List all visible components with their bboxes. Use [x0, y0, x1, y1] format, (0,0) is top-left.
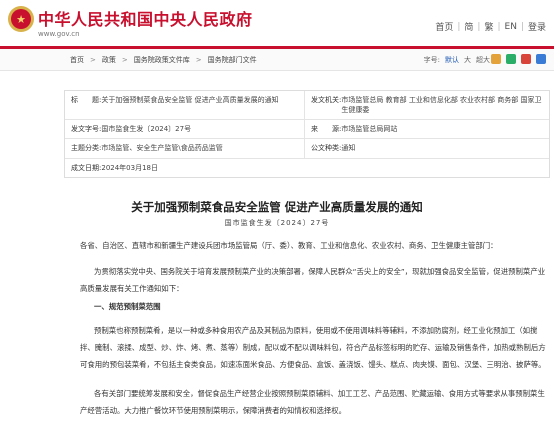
breadcrumb-department-docs[interactable]: 国务院部门文件 [208, 55, 257, 65]
meta-issuer: 市场监管总局 教育部 工业和信息化部 农业农村部 商务部 国家卫生健康委 [341, 96, 542, 115]
meta-row-number: 发文字号: 国市监食生发〔2024〕27号 来 源: 市场监管总局网站 [65, 120, 549, 140]
meta-title: 关于加强预制菜食品安全监管 促进产业高质量发展的通知 [101, 96, 279, 104]
meta-row-topic: 主题分类: 市场监管、安全生产监管\食品药品监管 公文种类: 通知 [65, 139, 549, 159]
breadcrumb-home[interactable]: 首页 [70, 55, 84, 65]
meta-type: 通知 [341, 144, 356, 153]
site-title[interactable]: 中华人民共和国中央人民政府 [38, 6, 253, 30]
language-bar: 首页 | 简 | 繁 | EN | 登录 [435, 20, 546, 34]
login-link[interactable]: 登录 [528, 20, 546, 33]
meta-row-title: 标 题: 关于加强预制菜食品安全监管 促进产业高质量发展的通知 发文机关: 市场… [65, 91, 549, 121]
wechat-icon[interactable] [506, 54, 516, 64]
print-icon[interactable] [491, 54, 501, 64]
document-title: 关于加强预制菜食品安全监管 促进产业高质量发展的通知 [131, 200, 423, 214]
breadcrumb: 首页 > 政策 > 国务院政策文件库 > 国务院部门文件 字号: 默认 大 超大 [0, 49, 554, 71]
share-bar [491, 54, 546, 64]
breadcrumb-policy[interactable]: 政策 [102, 55, 116, 65]
meta-date: 2024年03月18日 [101, 163, 158, 172]
paragraph-oversight: 各有关部门要统筹发展和安全，督促食品生产经营企业按照预制菜原辅料、加工工艺、产品… [80, 389, 545, 415]
font-xlarge-button[interactable]: 超大 [476, 55, 490, 65]
addressees: 各省、自治区、直辖市和新疆生产建设兵团市场监管局（厅、委）、教育、工业和信息化、… [80, 241, 498, 250]
site-url: www.gov.cn [38, 30, 80, 38]
section-heading: 一、规范预制菜范围 [94, 302, 161, 311]
font-large-button[interactable]: 大 [464, 55, 471, 65]
meta-number: 国市监食生发〔2024〕27号 [101, 125, 192, 134]
meta-topic: 市场监管、安全生产监管\食品药品监管 [101, 144, 223, 153]
qzone-icon[interactable] [536, 54, 546, 64]
paragraph-intro: 为贯彻落实党中央、国务院关于培育发展预制菜产业的决策部署，保障人民群众“舌尖上的… [80, 267, 546, 293]
document-number: 国市监食生发〔2024〕27号 [224, 219, 330, 227]
meta-row-date: 成文日期: 2024年03月18日 [71, 163, 158, 172]
document-metadata: 标 题: 关于加强预制菜食品安全监管 促进产业高质量发展的通知 发文机关: 市场… [64, 90, 550, 178]
breadcrumb-policy-library[interactable]: 国务院政策文件库 [134, 55, 190, 65]
site-header: ★ 中华人民共和国中央人民政府 www.gov.cn 首页 | 简 | 繁 | … [0, 0, 554, 46]
paragraph-definition: 预制菜也称预制菜肴，是以一种或多种食用农产品及其制品为原料，使用或不使用调味料等… [80, 326, 546, 369]
meta-source: 市场监管总局网站 [341, 125, 398, 134]
home-link[interactable]: 首页 [435, 20, 453, 33]
font-size-control: 字号: 默认 大 超大 [423, 55, 490, 65]
english-link[interactable]: EN [505, 22, 517, 32]
weibo-icon[interactable] [521, 54, 531, 64]
traditional-link[interactable]: 繁 [484, 20, 493, 33]
simplified-link[interactable]: 简 [464, 20, 473, 33]
font-default-button[interactable]: 默认 [445, 55, 459, 65]
national-emblem-icon[interactable]: ★ [8, 6, 34, 32]
